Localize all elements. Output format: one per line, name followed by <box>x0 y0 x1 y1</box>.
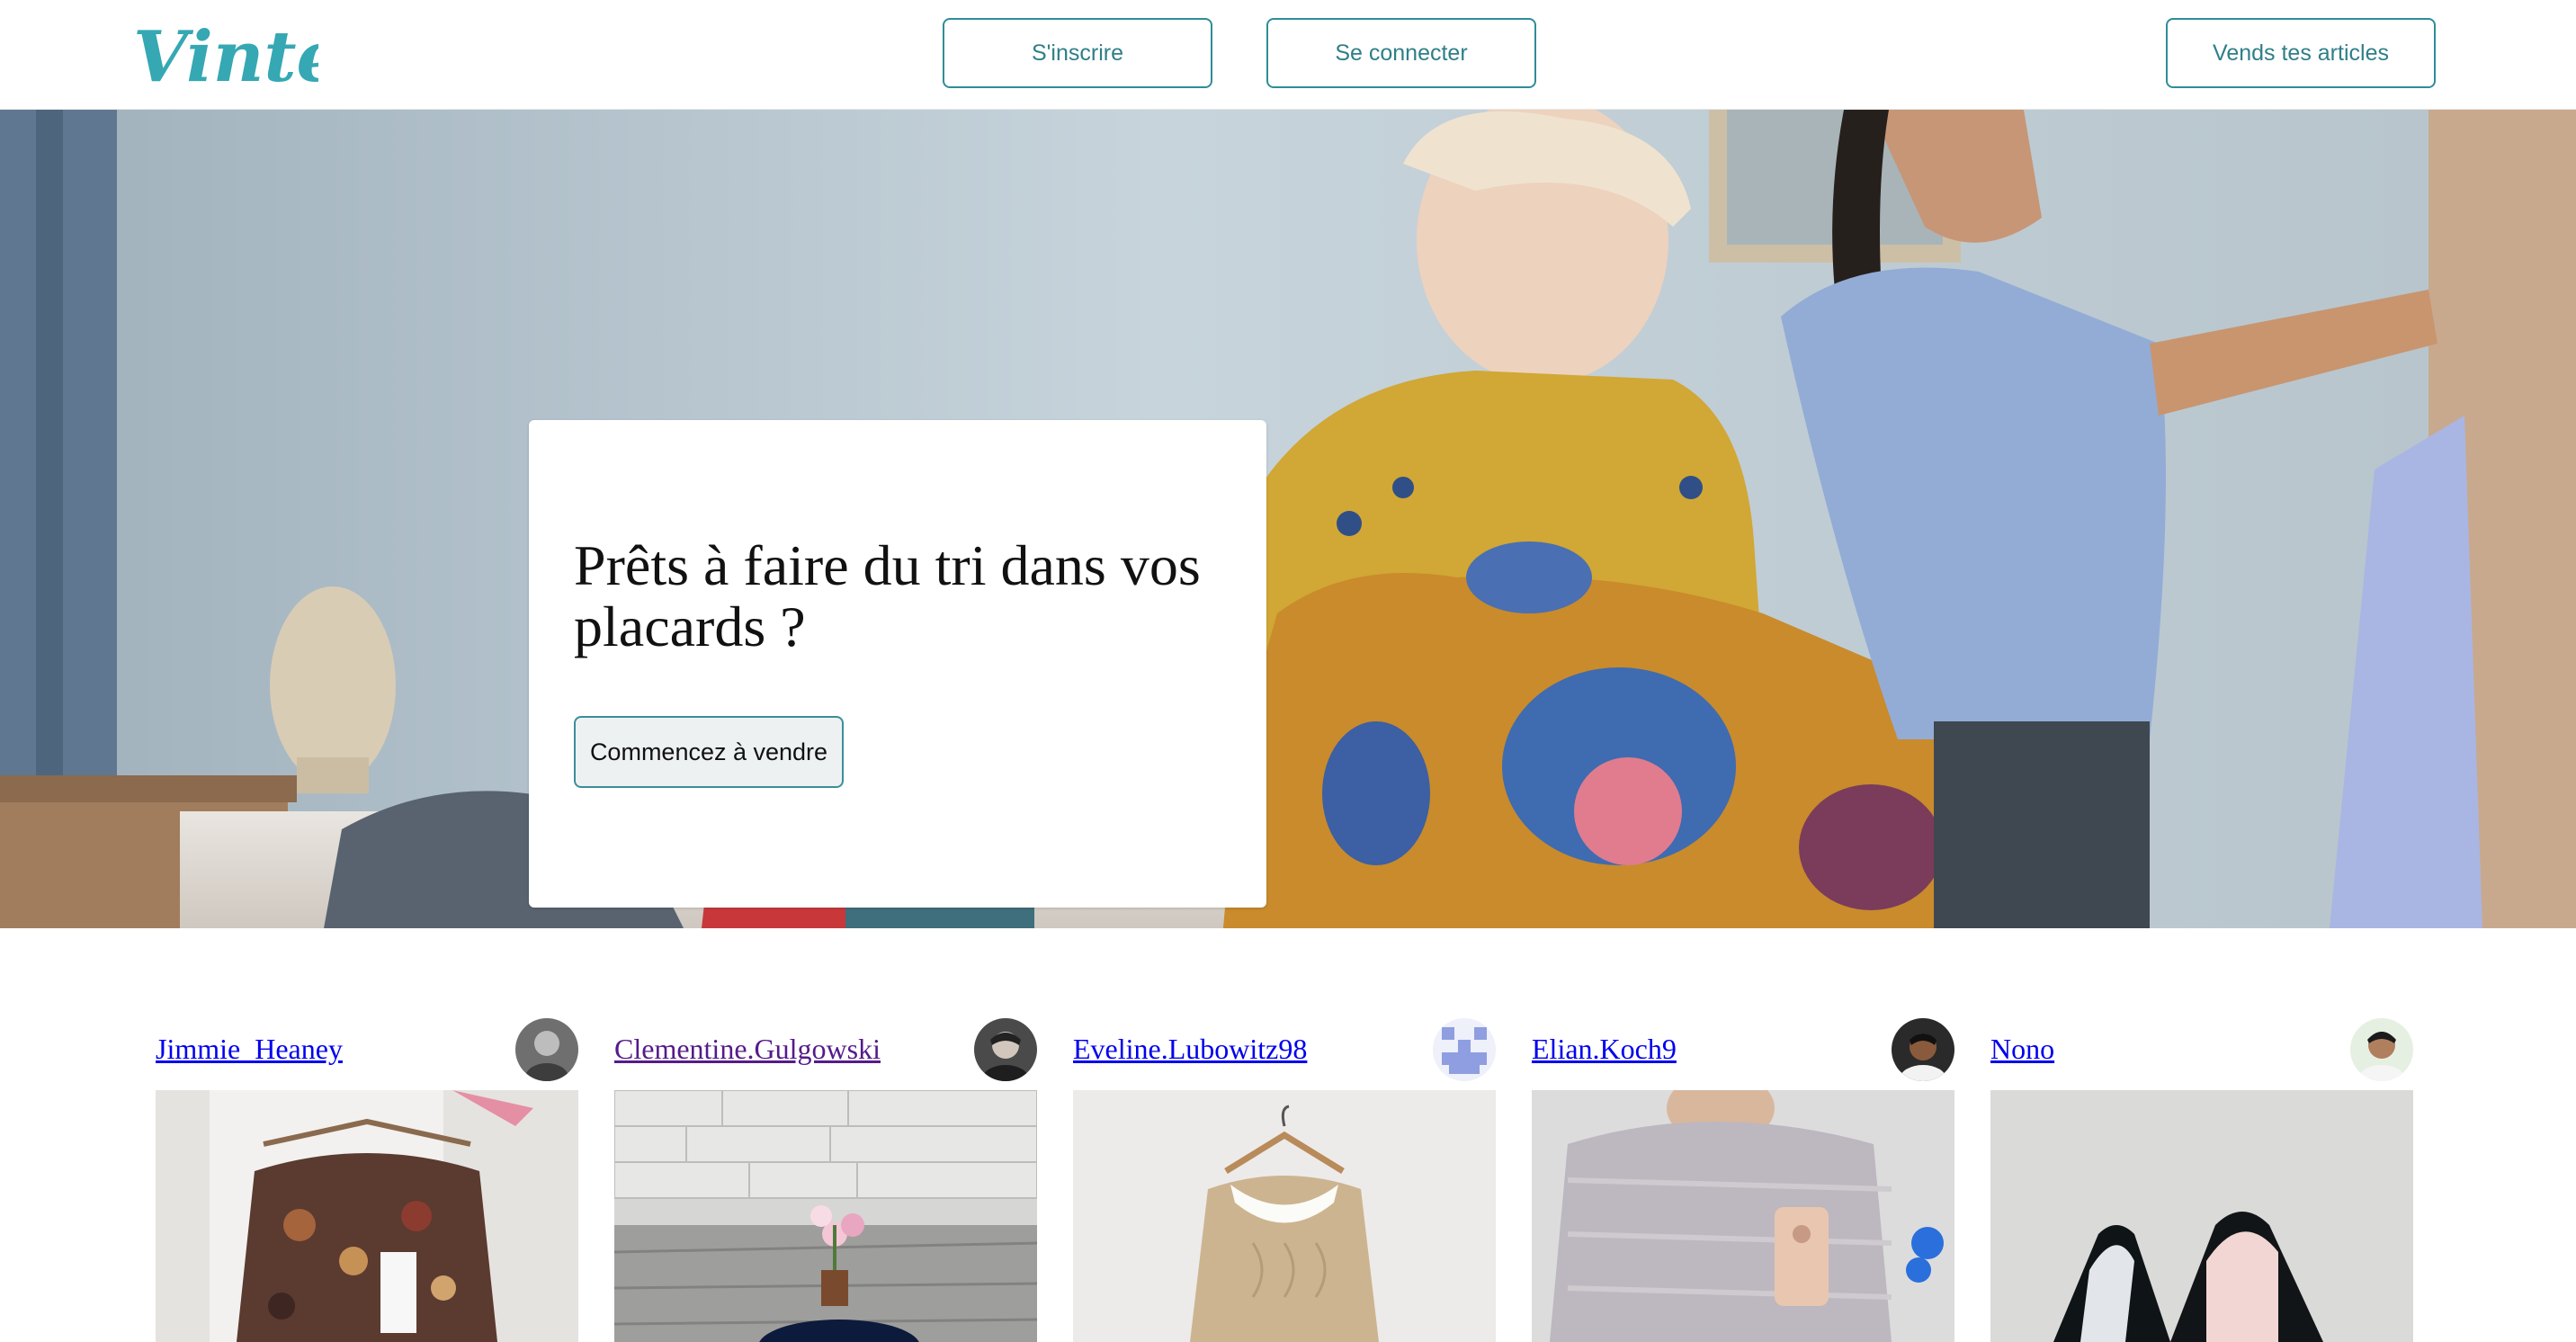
user-avatar[interactable] <box>974 1018 1037 1081</box>
hero-photo <box>0 110 2576 928</box>
svg-text:Vinted: Vinted <box>133 16 318 94</box>
username-link[interactable]: Nono <box>1990 1033 2054 1066</box>
item-photo[interactable] <box>1073 1090 1496 1342</box>
user-avatar[interactable] <box>1892 1018 1954 1081</box>
username-link[interactable]: Clementine.Gulgowski <box>614 1033 881 1066</box>
user-avatar[interactable] <box>2350 1018 2413 1081</box>
feed-card: Nono <box>1990 1018 2413 1342</box>
sell-items-button[interactable]: Vends tes articles <box>2166 18 2436 88</box>
card-header: Clementine.Gulgowski <box>614 1018 1037 1087</box>
card-header: Jimmie_Heaney <box>156 1018 578 1087</box>
feed-card: Elian.Koch9 <box>1532 1018 1954 1342</box>
item-photo[interactable] <box>156 1090 578 1342</box>
feed-card: Clementine.Gulgowski <box>614 1018 1037 1342</box>
top-header: Vinted S'inscrire Se connecter Vends tes… <box>0 0 2576 110</box>
username-link[interactable]: Eveline.Lubowitz98 <box>1073 1033 1307 1066</box>
hero-banner: Prêts à faire du tri dans vos placards ?… <box>0 110 2576 928</box>
vinted-logo[interactable]: Vinted <box>130 7 390 98</box>
card-header: Nono <box>1990 1018 2413 1087</box>
item-photo[interactable] <box>1990 1090 2413 1342</box>
feed-card: Eveline.Lubowitz98 <box>1073 1018 1496 1342</box>
feed-card: Jimmie_Heaney <box>156 1018 578 1342</box>
item-photo[interactable] <box>1532 1090 1954 1342</box>
username-link[interactable]: Jimmie_Heaney <box>156 1033 343 1066</box>
login-button[interactable]: Se connecter <box>1266 18 1536 88</box>
item-feed: Jimmie_Heaney Clementine.Gulgowski Eveli… <box>0 928 2576 1342</box>
hero-title: Prêts à faire du tri dans vos placards ? <box>574 533 1201 658</box>
username-link[interactable]: Elian.Koch9 <box>1532 1033 1677 1066</box>
user-avatar[interactable] <box>515 1018 578 1081</box>
hero-card: Prêts à faire du tri dans vos placards ?… <box>529 420 1266 908</box>
card-header: Eveline.Lubowitz98 <box>1073 1018 1496 1087</box>
start-selling-button[interactable]: Commencez à vendre <box>574 716 844 788</box>
card-header: Elian.Koch9 <box>1532 1018 1954 1087</box>
user-avatar[interactable] <box>1433 1018 1496 1081</box>
item-photo[interactable] <box>614 1090 1037 1342</box>
signup-button[interactable]: S'inscrire <box>943 18 1212 88</box>
